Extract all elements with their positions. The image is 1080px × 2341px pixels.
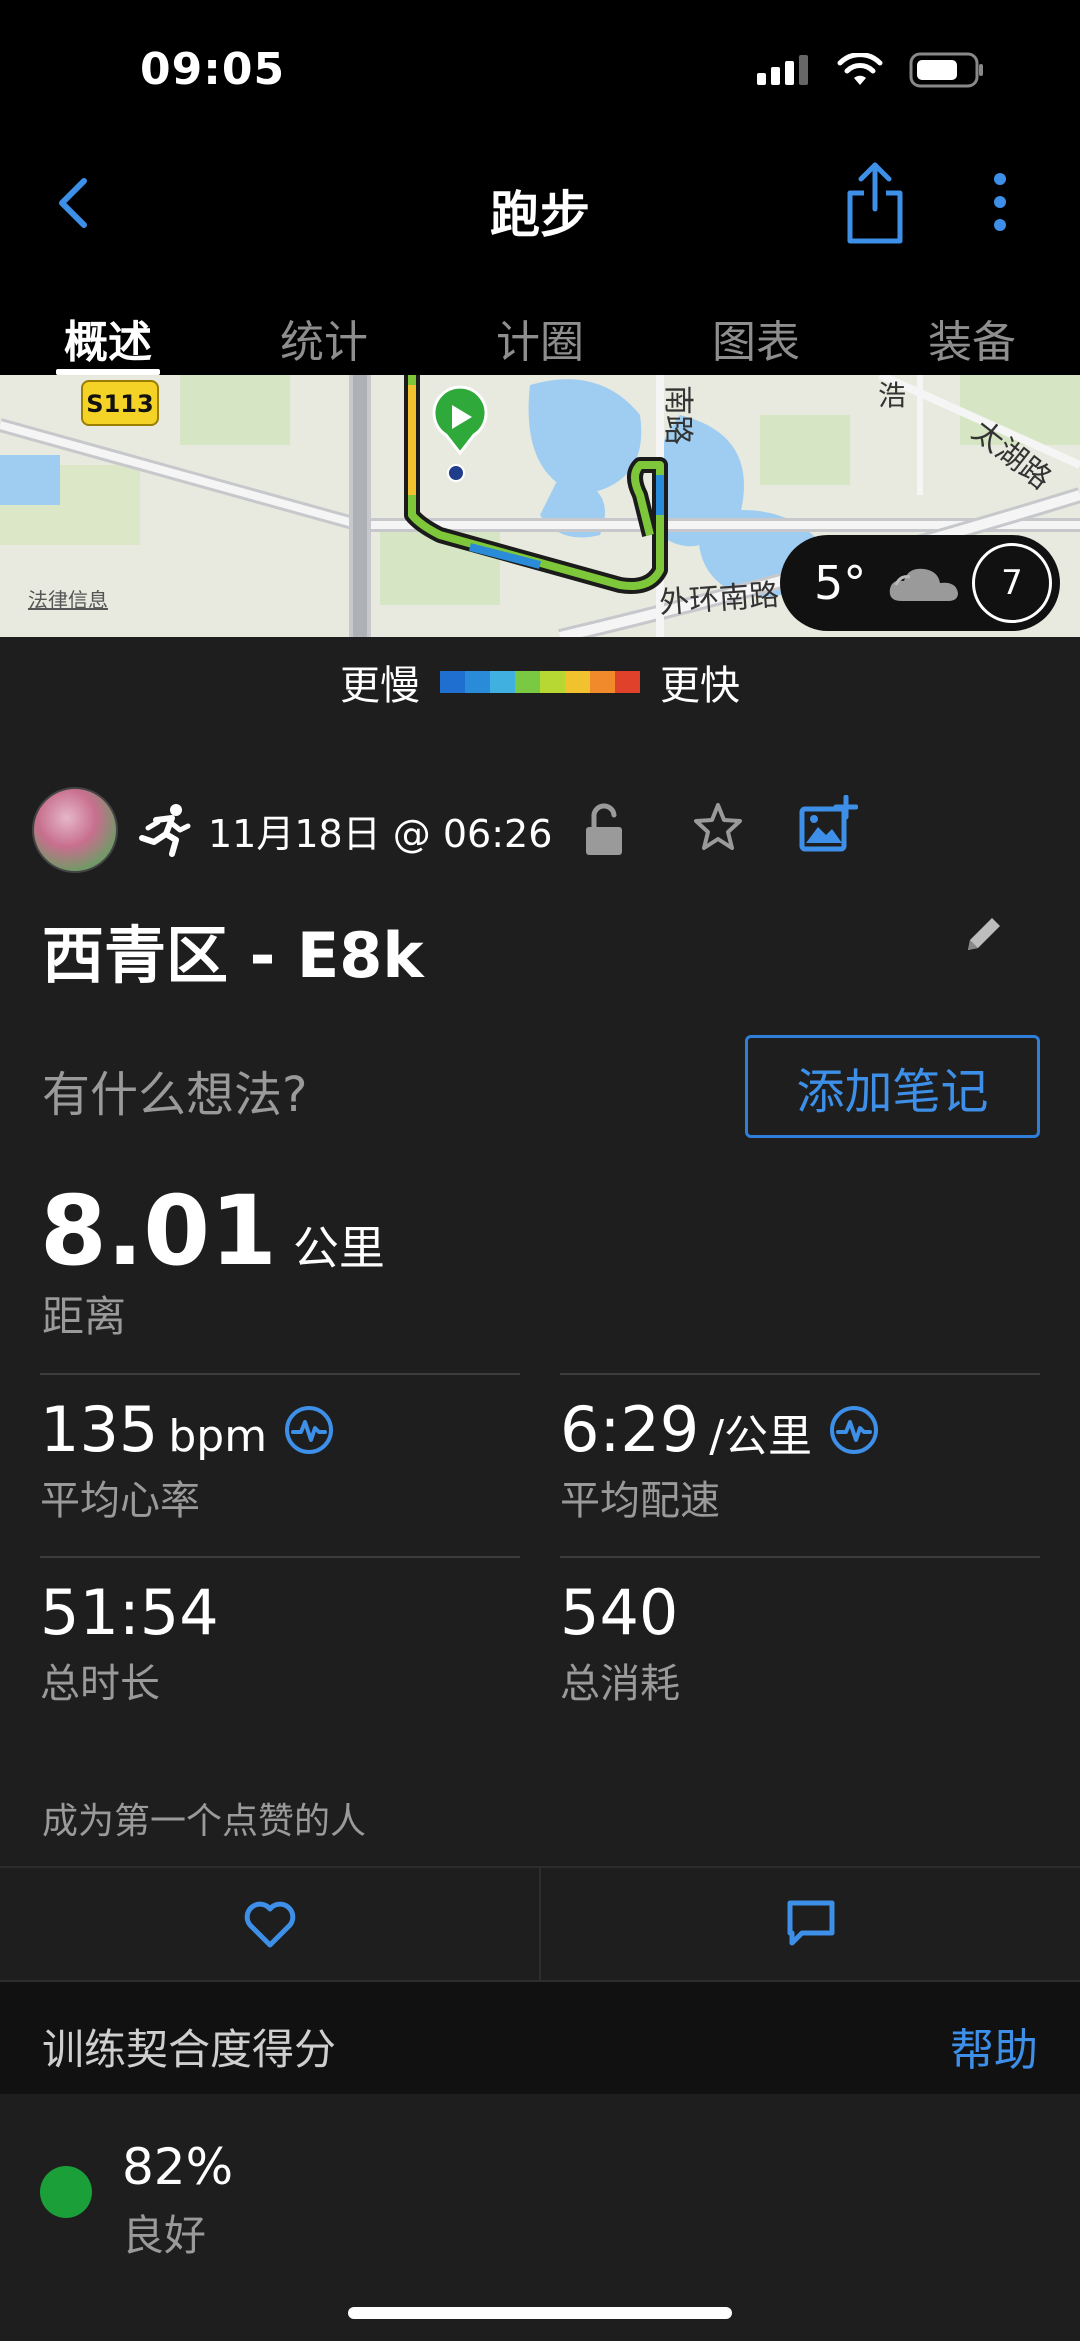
distance-stat: 8.01 公里 — [40, 1175, 385, 1287]
edit-icon[interactable] — [962, 912, 1006, 956]
battery-icon — [909, 52, 983, 88]
duration-stat: 51:54 总时长 — [40, 1556, 520, 1709]
speed-gradient-segment — [615, 671, 640, 693]
svg-text:浩: 浩 — [878, 379, 906, 412]
speed-gradient-segment — [490, 671, 515, 693]
avg-heart-rate-stat: 135 bpm 平均心率 — [40, 1373, 520, 1526]
stat-divider — [40, 1373, 520, 1375]
distance-value: 8.01 — [40, 1175, 277, 1287]
tab-charts[interactable]: 图表 — [648, 270, 864, 375]
map-legal-link[interactable]: 法律信息 — [28, 584, 108, 613]
speed-legend: 更慢 更快 — [0, 637, 1080, 727]
share-icon — [847, 162, 903, 244]
avg-hr-unit: bpm — [168, 1411, 268, 1462]
running-icon — [139, 804, 191, 857]
tab-laps[interactable]: 计圈 — [432, 270, 648, 375]
heart-icon — [244, 1901, 295, 1948]
heart-rate-info-icon[interactable] — [283, 1404, 335, 1456]
share-button[interactable] — [842, 157, 908, 247]
pace-info-icon[interactable] — [828, 1404, 880, 1456]
calories-label: 总消耗 — [560, 1661, 680, 1707]
rating-status-dot — [40, 2166, 92, 2218]
duration-value: 51:54 — [40, 1576, 219, 1649]
calories-value: 540 — [560, 1576, 679, 1649]
speed-gradient-segment — [515, 671, 540, 693]
score-value: 82% — [122, 2138, 234, 2196]
route-map[interactable]: S113 外环南路 太湖路 南路 浩 法律信息 5° 7 — [0, 375, 1080, 637]
comment-button[interactable] — [539, 1868, 1080, 1980]
avg-hr-label: 平均心率 — [40, 1478, 200, 1524]
wifi-icon — [837, 53, 883, 85]
training-fit-header: 训练契合度得分 帮助 — [0, 1982, 1080, 2094]
speed-gradient-segment — [540, 671, 565, 693]
notes-prompt: 有什么想法? — [42, 1067, 308, 1123]
tab-bar: 概述 统计 计圈 图表 装备 — [0, 270, 1080, 375]
speed-gradient-bar — [440, 671, 640, 693]
like-button[interactable] — [0, 1868, 539, 1980]
star-icon[interactable] — [690, 799, 746, 855]
training-fit-title: 训练契合度得分 — [42, 2025, 337, 2074]
weather-temperature: 5° — [814, 556, 867, 610]
tab-overview[interactable]: 概述 — [0, 270, 216, 375]
status-icons — [757, 52, 985, 88]
add-note-button[interactable]: 添加笔记 — [745, 1035, 1040, 1138]
signal-icon — [757, 55, 808, 85]
activity-header: 11月18日 @ 06:26 — [32, 785, 1052, 875]
social-actions — [0, 1866, 1080, 1982]
page-title: 跑步 — [490, 186, 590, 244]
speed-gradient-segment — [465, 671, 490, 693]
activity-date: 11月18日 @ 06:26 — [208, 811, 553, 856]
avg-pace-stat: 6:29 /公里 平均配速 — [560, 1373, 1040, 1526]
more-vertical-icon — [994, 173, 1006, 231]
duration-label: 总时长 — [40, 1661, 160, 1707]
status-time: 09:05 — [140, 44, 286, 95]
avatar[interactable] — [32, 787, 118, 873]
stat-divider — [560, 1373, 1040, 1375]
status-bar: 09:05 — [0, 0, 1080, 145]
speed-gradient-segment — [565, 671, 590, 693]
slower-label: 更慢 — [340, 663, 420, 709]
add-photo-icon[interactable] — [798, 795, 858, 855]
distance-unit: 公里 — [292, 1221, 385, 1275]
score-rating: 良好 — [122, 2211, 207, 2260]
speed-gradient-segment — [440, 671, 465, 693]
activity-title: 西青区 - E8k — [42, 919, 424, 992]
tab-gear[interactable]: 装备 — [864, 270, 1080, 375]
cloud-icon — [890, 568, 959, 601]
unlock-icon[interactable] — [582, 803, 626, 857]
distance-label: 距离 — [42, 1292, 127, 1341]
help-link[interactable]: 帮助 — [950, 2014, 1038, 2078]
training-fit-score[interactable]: 82% 良好 — [0, 2094, 1080, 2294]
faster-label: 更快 — [660, 663, 740, 709]
avg-pace-label: 平均配速 — [560, 1478, 720, 1524]
home-indicator[interactable] — [348, 2307, 732, 2319]
avg-pace-value: 6:29 — [560, 1393, 700, 1466]
stat-divider — [560, 1556, 1040, 1558]
nav-bar: 跑步 概述 统计 计圈 图表 装备 — [0, 145, 1080, 375]
comment-icon — [787, 1900, 834, 1946]
svg-text:外环南路: 外环南路 — [658, 578, 780, 621]
avg-hr-value: 135 — [40, 1393, 159, 1466]
calories-stat: 540 总消耗 — [560, 1556, 1040, 1709]
stat-divider — [40, 1556, 520, 1558]
wind-indicator: 7 — [972, 543, 1052, 623]
svg-text:S113: S113 — [86, 390, 153, 418]
kudos-text: 成为第一个点赞的人 — [42, 1801, 367, 1842]
avg-pace-unit: /公里 — [709, 1411, 813, 1462]
wind-value: 7 — [1001, 563, 1023, 603]
speed-gradient-segment — [590, 671, 615, 693]
weather-badge[interactable]: 5° 7 — [780, 535, 1060, 631]
tab-stats[interactable]: 统计 — [216, 270, 432, 375]
svg-text:南路: 南路 — [660, 385, 695, 445]
more-options-button[interactable] — [980, 167, 1020, 237]
